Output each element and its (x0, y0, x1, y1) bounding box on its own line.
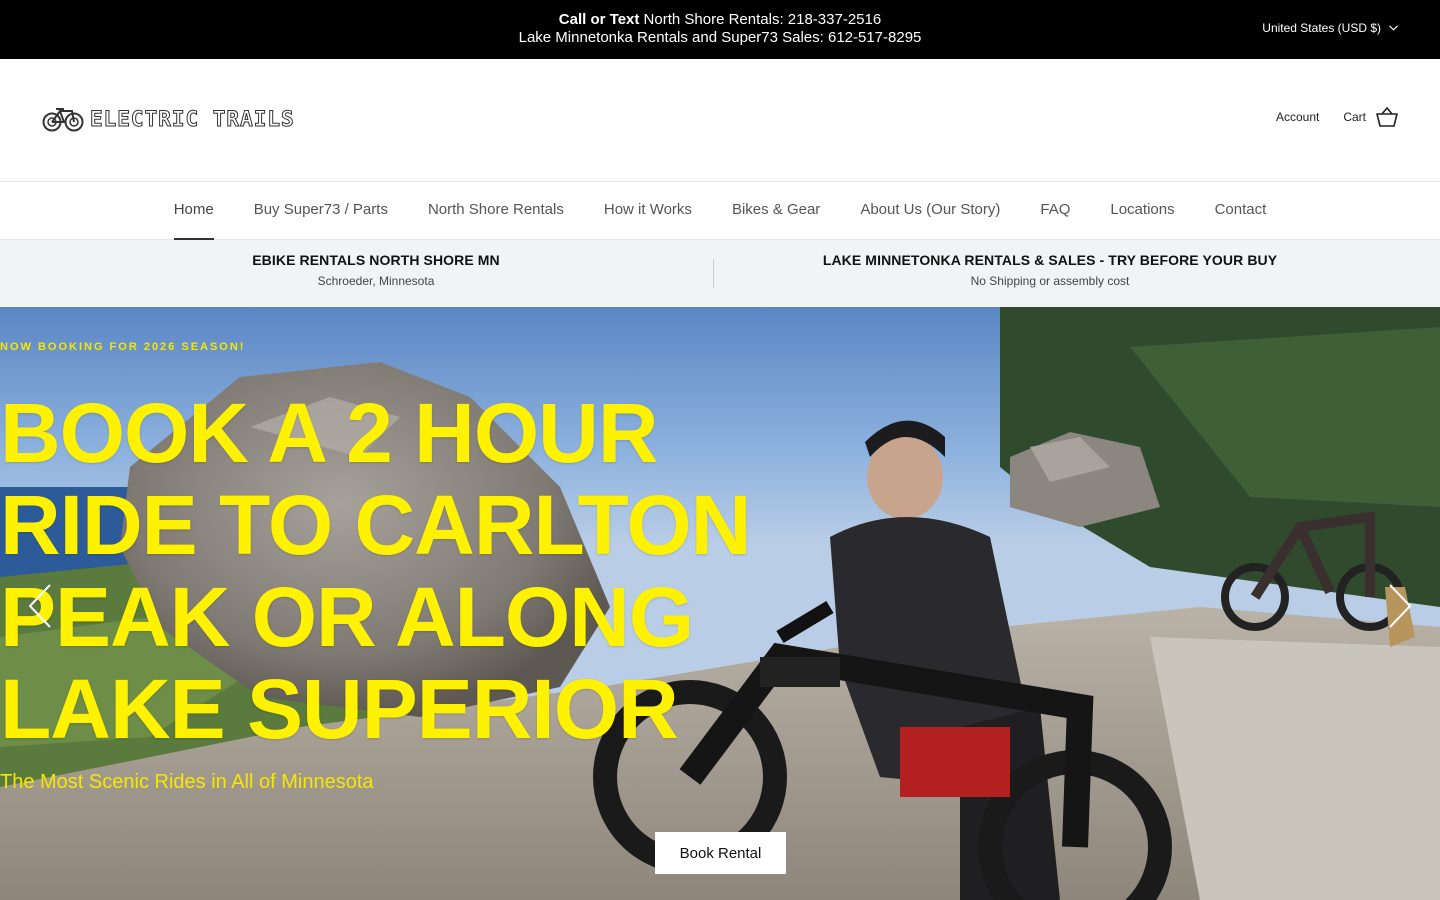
nav-item-buy-super73[interactable]: Buy Super73 / Parts (254, 182, 388, 240)
main-navigation: Home Buy Super73 / Parts North Shore Ren… (0, 182, 1440, 240)
cart-label: Cart (1343, 110, 1366, 124)
currency-label: United States (USD $) (1262, 21, 1381, 35)
currency-selector[interactable]: United States (USD $) (1262, 21, 1398, 35)
info-strip: EBIKE RENTALS NORTH SHORE MN Schroeder, … (0, 240, 1440, 307)
nav-item-locations[interactable]: Locations (1110, 182, 1174, 240)
hero-headline: BOOK A 2 HOUR RIDE TO CARLTON PEAK OR AL… (0, 387, 1440, 755)
logo-text: ELECTRIC TRAILS (90, 107, 295, 132)
bicycle-logo-icon (42, 108, 84, 132)
strip-item-subtitle: Schroeder, Minnesota (317, 274, 435, 288)
nav-item-north-shore-rentals[interactable]: North Shore Rentals (428, 182, 564, 240)
strip-divider (713, 259, 714, 288)
hero-slideshow: NOW BOOKING FOR 2026 SEASON! BOOK A 2 HO… (0, 307, 1440, 900)
cart-link[interactable]: Cart (1343, 107, 1398, 127)
strip-item-title: LAKE MINNETONKA RENTALS & SALES - TRY BE… (822, 252, 1278, 268)
header-actions: Account Cart (1276, 107, 1398, 127)
announcement-bar: Call or Text North Shore Rentals: 218-33… (0, 0, 1440, 59)
hero-headline-line: BOOK A 2 HOUR (0, 386, 658, 480)
basket-icon (1376, 107, 1398, 127)
book-rental-button[interactable]: Book Rental (655, 832, 786, 874)
nav-item-how-it-works[interactable]: How it Works (604, 182, 692, 240)
nav-item-faq[interactable]: FAQ (1040, 182, 1070, 240)
strip-item-north-shore[interactable]: EBIKE RENTALS NORTH SHORE MN Schroeder, … (176, 252, 576, 288)
strip-item-title: EBIKE RENTALS NORTH SHORE MN (252, 252, 500, 268)
account-link[interactable]: Account (1276, 110, 1319, 124)
nav-item-home[interactable]: Home (173, 182, 214, 240)
site-header: ELECTRIC TRAILS Account Cart (0, 59, 1440, 182)
next-slide-arrow-icon[interactable] (1384, 583, 1414, 629)
strip-item-subtitle: No Shipping or assembly cost (970, 274, 1130, 288)
nav-item-bikes-gear[interactable]: Bikes & Gear (732, 182, 820, 240)
hero-headline-line: RIDE TO CARLTON (0, 478, 751, 572)
chevron-down-icon (1389, 25, 1398, 31)
announcement-text: Call or Text North Shore Rentals: 218-33… (0, 11, 1440, 47)
strip-item-minnetonka[interactable]: LAKE MINNETONKA RENTALS & SALES - TRY BE… (800, 252, 1300, 288)
site-logo[interactable]: ELECTRIC TRAILS (42, 106, 295, 132)
nav-item-contact[interactable]: Contact (1215, 182, 1267, 240)
hero-headline-line: LAKE SUPERIOR (0, 662, 679, 756)
hero-eyebrow: NOW BOOKING FOR 2026 SEASON! (0, 341, 246, 353)
announcement-north-shore-phone: North Shore Rentals: 218-337-2516 (639, 11, 882, 28)
nav-item-about-us[interactable]: About Us (Our Story) (860, 182, 1000, 240)
previous-slide-arrow-icon[interactable] (26, 583, 56, 629)
hero-headline-line: PEAK OR ALONG (0, 570, 694, 664)
hero-subheading: The Most Scenic Rides in All of Minnesot… (0, 771, 374, 793)
announcement-minnetonka-phone: Lake Minnetonka Rentals and Super73 Sale… (518, 29, 922, 46)
announcement-call-label: Call or Text (558, 11, 640, 28)
